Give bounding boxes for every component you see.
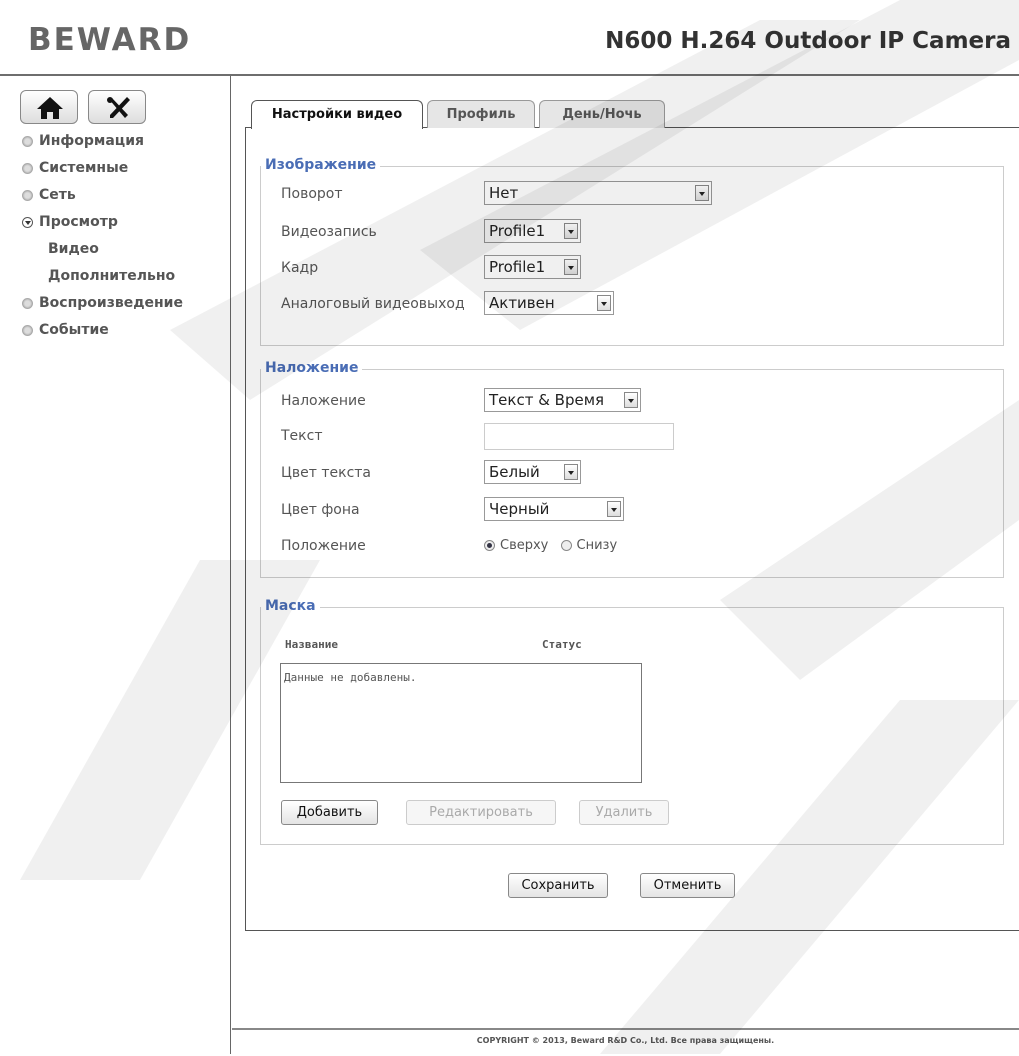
tab-profile[interactable]: Профиль	[427, 100, 535, 128]
bullet-icon	[22, 163, 33, 174]
mask-list[interactable]: Данные не добавлены.	[280, 663, 642, 783]
sidebar-item-system[interactable]: Системные	[22, 155, 183, 182]
delete-mask-button[interactable]: Удалить	[579, 800, 669, 825]
analog-value: Активен	[489, 294, 555, 312]
mask-section: Маска Название Статус Данные не добавлен…	[260, 598, 1004, 845]
frame-select[interactable]: Profile1	[484, 255, 581, 279]
sidebar-menu: Информация Системные Сеть Просмотр Видео…	[22, 128, 183, 344]
text-label: Текст	[281, 428, 323, 444]
analog-select[interactable]: Активен	[484, 291, 614, 315]
position-top-label: Сверху	[500, 538, 549, 553]
chevron-down-icon	[564, 464, 578, 480]
bullet-icon	[22, 190, 33, 201]
tools-icon	[107, 97, 130, 118]
sidebar-item-label: Просмотр	[39, 214, 118, 230]
bg-color-label: Цвет фона	[281, 502, 360, 518]
section-title: Наложение	[261, 360, 363, 376]
text-color-select[interactable]: Белый	[484, 460, 581, 484]
sidebar-subitem-video[interactable]: Видео	[22, 236, 183, 263]
sidebar-item-label: Событие	[39, 322, 109, 338]
cancel-button[interactable]: Отменить	[640, 873, 735, 898]
chevron-down-icon	[597, 295, 611, 311]
overlay-label: Наложение	[281, 393, 366, 409]
record-value: Profile1	[489, 222, 546, 240]
frame-value: Profile1	[489, 258, 546, 276]
overlay-section: Наложение Наложение Текст & Время Текст …	[260, 360, 1004, 578]
tab-video-settings[interactable]: Настройки видео	[251, 100, 423, 129]
record-label: Видеозапись	[281, 224, 377, 240]
overlay-select[interactable]: Текст & Время	[484, 388, 641, 412]
sidebar-subitem-advanced[interactable]: Дополнительно	[22, 263, 183, 290]
position-bottom-option[interactable]: Снизу	[560, 538, 618, 553]
bg-color-value: Черный	[489, 500, 550, 518]
text-color-label: Цвет текста	[281, 465, 371, 481]
mask-col-status: Статус	[542, 638, 582, 651]
position-bottom-label: Снизу	[576, 538, 618, 553]
rotation-value: Нет	[489, 184, 519, 202]
chevron-down-icon	[695, 185, 709, 201]
mask-empty-text: Данные не добавлены.	[284, 671, 417, 684]
sidebar-item-playback[interactable]: Воспроизведение	[22, 290, 183, 317]
section-title: Маска	[261, 598, 320, 614]
sidebar: Информация Системные Сеть Просмотр Видео…	[0, 76, 231, 1054]
sidebar-item-event[interactable]: Событие	[22, 317, 183, 344]
record-select[interactable]: Profile1	[484, 219, 581, 243]
add-mask-button[interactable]: Добавить	[281, 800, 378, 825]
bg-color-select[interactable]: Черный	[484, 497, 624, 521]
settings-button[interactable]	[88, 90, 146, 124]
section-title: Изображение	[261, 157, 381, 173]
home-icon	[37, 97, 63, 119]
chevron-down-icon	[564, 259, 578, 275]
bullet-icon	[22, 136, 33, 147]
analog-label: Аналоговый видеовыход	[281, 296, 465, 312]
overlay-value: Текст & Время	[489, 391, 605, 409]
radio-icon[interactable]	[560, 540, 572, 551]
sidebar-item-label: Системные	[39, 160, 129, 176]
image-section: Изображение Поворот Нет Видеозапись Prof…	[260, 157, 1004, 346]
beward-logo: BEWARD	[28, 22, 192, 58]
tab-day-night[interactable]: День/Ночь	[539, 100, 665, 128]
footer-copyright: COPYRIGHT © 2013, Beward R&D Co., Ltd. В…	[232, 1028, 1019, 1056]
sidebar-item-network[interactable]: Сеть	[22, 182, 183, 209]
chevron-down-icon	[624, 392, 638, 408]
rotation-label: Поворот	[281, 186, 343, 202]
sidebar-item-label: Видео	[48, 241, 99, 257]
expanded-bullet-icon	[22, 217, 33, 228]
sidebar-item-info[interactable]: Информация	[22, 128, 183, 155]
rotation-select[interactable]: Нет	[484, 181, 712, 205]
position-radio-group: Сверху Снизу	[484, 533, 617, 559]
bullet-icon	[22, 325, 33, 336]
home-button[interactable]	[20, 90, 78, 124]
chevron-down-icon	[564, 223, 578, 239]
sidebar-item-view[interactable]: Просмотр	[22, 209, 183, 236]
sidebar-item-label: Сеть	[39, 187, 76, 203]
header: BEWARD N600 H.264 Outdoor IP Camera	[0, 0, 1019, 76]
sidebar-item-label: Информация	[39, 133, 144, 149]
text-color-value: Белый	[489, 463, 540, 481]
overlay-text-input[interactable]	[484, 423, 674, 450]
radio-selected-icon[interactable]	[484, 540, 495, 551]
camera-title: N600 H.264 Outdoor IP Camera	[605, 28, 1011, 54]
bullet-icon	[22, 298, 33, 309]
chevron-down-icon	[607, 501, 621, 517]
sidebar-item-label: Воспроизведение	[39, 295, 183, 311]
mask-col-name: Название	[285, 638, 338, 651]
edit-mask-button[interactable]: Редактировать	[406, 800, 556, 825]
save-button[interactable]: Сохранить	[508, 873, 608, 898]
frame-label: Кадр	[281, 260, 319, 276]
position-top-option[interactable]: Сверху	[484, 538, 548, 553]
sidebar-item-label: Дополнительно	[48, 268, 176, 284]
position-label: Положение	[281, 538, 366, 554]
